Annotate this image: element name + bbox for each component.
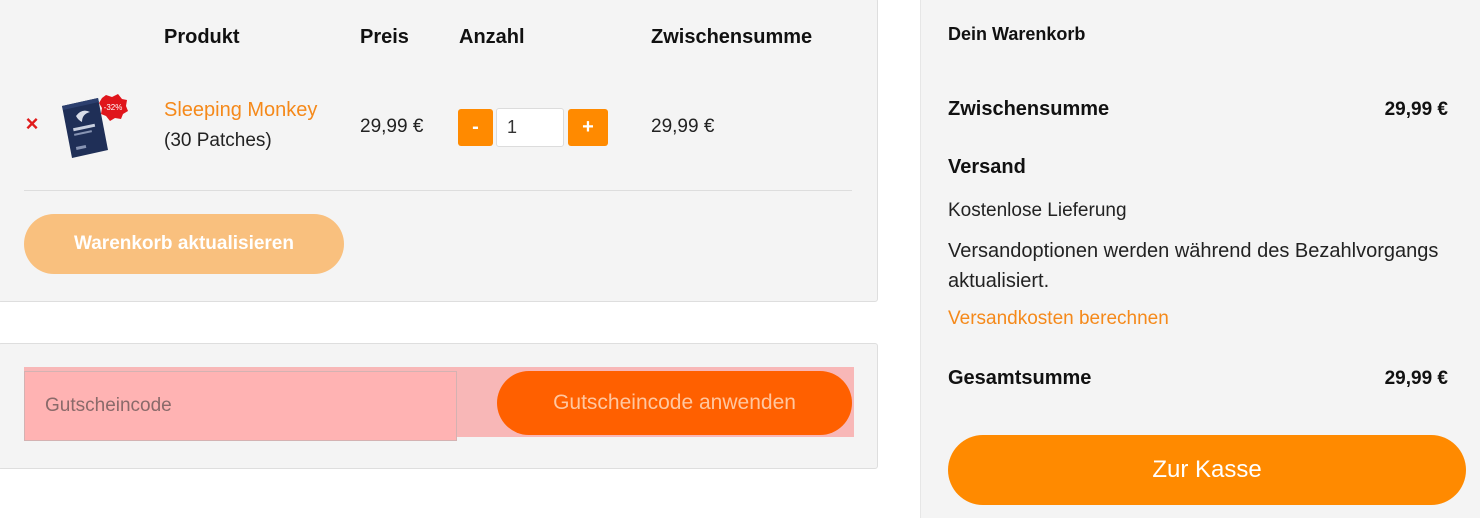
totals-subtotal-label: Zwischensumme xyxy=(948,98,1110,120)
coupon-code-input[interactable] xyxy=(24,371,457,441)
shipping-note: Versandoptionen werden während des Bezah… xyxy=(948,240,1439,292)
column-header-product: Produkt xyxy=(164,26,240,48)
cart-totals-title: Dein Warenkorb xyxy=(948,24,1086,44)
row-divider xyxy=(24,190,852,191)
product-variant: (30 Patches) xyxy=(164,130,272,151)
product-thumbnail[interactable]: -32% xyxy=(56,94,128,160)
column-header-quantity: Anzahl xyxy=(459,26,525,48)
quantity-decrease-button[interactable]: - xyxy=(458,109,493,146)
product-package-icon xyxy=(62,98,108,158)
apply-coupon-button[interactable]: Gutscheincode anwenden xyxy=(497,371,852,435)
calculate-shipping-link[interactable]: Versandkosten berechnen xyxy=(948,308,1169,330)
quantity-input[interactable] xyxy=(496,108,564,147)
item-price: 29,99 € xyxy=(360,116,424,137)
order-total-label: Gesamtsumme xyxy=(948,367,1092,389)
column-header-subtotal: Zwischensumme xyxy=(651,26,813,48)
totals-subtotal-value: 29,99 € xyxy=(1384,99,1448,120)
column-header-price: Preis xyxy=(360,26,409,48)
update-cart-button[interactable]: Warenkorb aktualisieren xyxy=(24,214,344,274)
order-total-value: 29,99 € xyxy=(1384,368,1448,389)
checkout-button[interactable]: Zur Kasse xyxy=(948,435,1466,505)
remove-item-button[interactable]: × xyxy=(22,113,42,135)
item-subtotal: 29,99 € xyxy=(651,116,715,137)
product-name-link[interactable]: Sleeping Monkey xyxy=(164,99,317,122)
svg-text:-32%: -32% xyxy=(104,103,123,112)
quantity-increase-button[interactable]: + xyxy=(568,109,608,146)
discount-badge: -32% xyxy=(99,94,128,121)
shipping-label: Versand xyxy=(948,156,1026,178)
shipping-method: Kostenlose Lieferung xyxy=(948,200,1127,221)
